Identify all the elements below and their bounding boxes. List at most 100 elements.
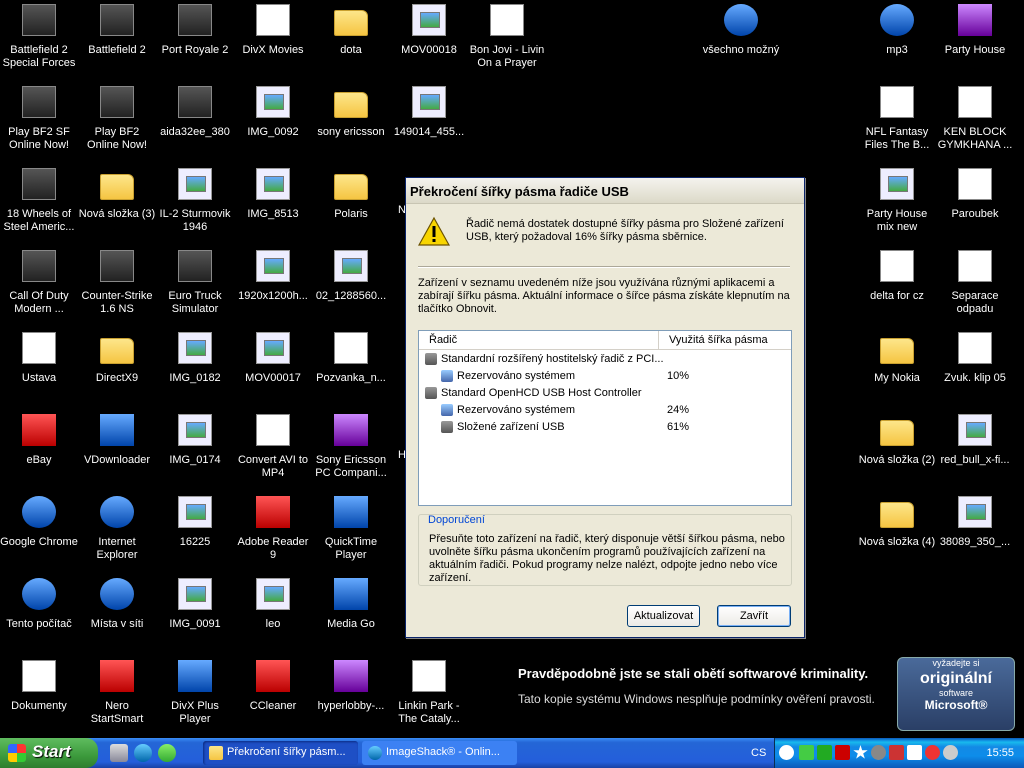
list-row[interactable]: Složené zařízení USB 61% [419,418,791,435]
desktop-icon[interactable]: Play BF2 Online Now! [78,86,156,152]
desktop-icon[interactable]: Port Royale 2 [156,4,234,57]
desktop-icon[interactable]: Media Go [312,578,390,631]
desktop-icon[interactable]: Counter-Strike 1.6 NS [78,250,156,316]
list-row[interactable]: Rezervováno systémem 10% [419,367,791,384]
security-shield-icon[interactable] [889,745,904,760]
desktop-icon[interactable]: Adobe Reader 9 [234,496,312,562]
desktop-icon-image-icon [334,10,368,36]
desktop-icon[interactable]: eBay [0,414,78,467]
genuine-logo[interactable]: vyžadejte si originální software Microso… [897,657,1015,731]
desktop-icon[interactable]: Linkin Park - The Cataly... [390,660,468,726]
desktop-icon[interactable]: Internet Explorer [78,496,156,562]
desktop-icon[interactable]: delta for cz [858,250,936,303]
start-button[interactable]: Start [0,738,98,768]
desktop-icon[interactable]: 02_1288560... [312,250,390,303]
dialog-title[interactable]: Překročení šířky pásma řadiče USB [406,178,804,204]
antivirus-icon[interactable] [925,745,940,760]
desktop-icon[interactable]: IMG_8513 [234,168,312,221]
internet-explorer-icon[interactable] [134,744,152,762]
desktop-icon[interactable]: 18 Wheels of Steel Americ... [0,168,78,234]
desktop-icon[interactable]: MOV00018 [390,4,468,57]
desktop-icon[interactable]: Bon Jovi - Livin On a Prayer [468,4,546,70]
column-header-bandwidth[interactable]: Využitá šířka pásma [659,331,768,349]
chevron-left-icon[interactable] [779,745,794,760]
desktop-icon[interactable]: Ustava [0,332,78,385]
desktop-icon[interactable]: IMG_0092 [234,86,312,139]
desktop-icon[interactable]: Sony Ericsson PC Compani... [312,414,390,480]
desktop-icon[interactable]: Party House [936,4,1014,57]
list-row[interactable]: Standard OpenHCD USB Host Controller [419,384,791,401]
desktop-icon[interactable]: 38089_350_... [936,496,1014,549]
desktop-icon[interactable]: aida32ee_380 [156,86,234,139]
star-icon[interactable] [853,745,868,759]
network-icon[interactable] [871,745,886,760]
desktop-icon[interactable]: KEN BLOCK GYMKHANA ... [936,86,1014,152]
clock[interactable]: 15:55 [986,747,1014,759]
desktop-icon[interactable]: Call Of Duty Modern ... [0,250,78,316]
desktop-icon[interactable]: DivX Movies [234,4,312,57]
desktop-icon[interactable]: Nová složka (4) [858,496,936,549]
winamp-icon[interactable] [907,745,922,760]
messenger-icon[interactable] [158,744,176,762]
desktop-icon[interactable]: Zvuk. klip 05 [936,332,1014,385]
desktop-icon[interactable]: DivX Plus Player [156,660,234,726]
desktop-icon[interactable]: všechno možný [702,4,780,57]
desktop-icon[interactable]: Pozvanka_n... [312,332,390,385]
desktop-icon[interactable]: Euro Truck Simulator [156,250,234,316]
task-usb-dialog[interactable]: Překročení šířky pásm... [203,741,358,765]
desktop-icon[interactable]: Battlefield 2 [78,4,156,57]
desktop-icon[interactable]: dota [312,4,390,57]
refresh-button[interactable]: Aktualizovat [627,605,700,627]
desktop-icon[interactable]: IMG_0174 [156,414,234,467]
desktop-icon[interactable]: hyperlobby-... [312,660,390,713]
list-row-label: Rezervováno systémem [457,369,575,382]
desktop-icon[interactable]: Convert AVI to MP4 [234,414,312,480]
desktop-icon[interactable]: IMG_0091 [156,578,234,631]
desktop-icon[interactable]: My Nokia [858,332,936,385]
desktop-icon[interactable]: 149014_455... [390,86,468,139]
desktop-icon[interactable]: Play BF2 SF Online Now! [0,86,78,152]
desktop-icon[interactable]: Party House mix new [858,168,936,234]
ati-icon[interactable] [835,745,850,760]
list-row-name: Standardní rozšířený hostitelský řadič z… [425,352,664,365]
desktop-icon-label: Media Go [327,618,375,630]
desktop-icon[interactable]: IL-2 Sturmovik 1946 [156,168,234,234]
desktop-icon[interactable]: DirectX9 [78,332,156,385]
desktop-icon[interactable]: VDownloader [78,414,156,467]
desktop-icon[interactable]: NFL Fantasy Files The B... [858,86,936,152]
desktop-icon[interactable]: IMG_0182 [156,332,234,385]
desktop-icon[interactable]: Separace odpadu [936,250,1014,316]
language-indicator[interactable]: CS [751,747,766,759]
desktop-icon[interactable]: Polaris [312,168,390,221]
column-header-controller[interactable]: Řadič [419,331,659,349]
task-imageshack[interactable]: ImageShack® - Onlin... [362,741,517,765]
desktop-icon[interactable]: Tento počítač [0,578,78,631]
desktop-icon[interactable]: sony ericsson [312,86,390,139]
list-row[interactable]: Standardní rozšířený hostitelský řadič z… [419,350,791,367]
desktop-icon[interactable]: Nová složka (2) [858,414,936,467]
desktop-icon[interactable]: Místa v síti [78,578,156,631]
safely-remove-icon[interactable] [799,745,814,760]
desktop-icon[interactable]: Nero StartSmart [78,660,156,726]
desktop-icon[interactable]: leo [234,578,312,631]
desktop-icon-label: Bon Jovi - Livin On a Prayer [469,44,545,69]
desktop-icon-label: 38089_350_... [939,536,1011,548]
desktop-icon[interactable]: Nová složka (3) [78,168,156,221]
desktop-icon[interactable]: Google Chrome [0,496,78,549]
show-desktop-icon[interactable] [110,744,128,762]
desktop-icon[interactable]: mp3 [858,4,936,57]
desktop-icon[interactable]: red_bull_x-fi... [936,414,1014,467]
desktop-icon[interactable]: Battlefield 2 Special Forces [0,4,78,70]
close-button[interactable]: Zavřít [717,605,791,627]
desktop-icon[interactable]: Paroubek [936,168,1014,221]
desktop-icon[interactable]: 16225 [156,496,234,549]
controller-list[interactable]: Řadič Využitá šířka pásma Standardní roz… [418,330,792,506]
desktop-icon[interactable]: 1920x1200h... [234,250,312,303]
desktop-icon[interactable]: Dokumenty [0,660,78,713]
hp-icon[interactable] [817,745,832,760]
list-row[interactable]: Rezervováno systémem 24% [419,401,791,418]
desktop-icon[interactable]: CCleaner [234,660,312,713]
desktop-icon[interactable]: MOV00017 [234,332,312,385]
volume-icon[interactable] [943,745,958,760]
desktop-icon[interactable]: QuickTime Player [312,496,390,562]
